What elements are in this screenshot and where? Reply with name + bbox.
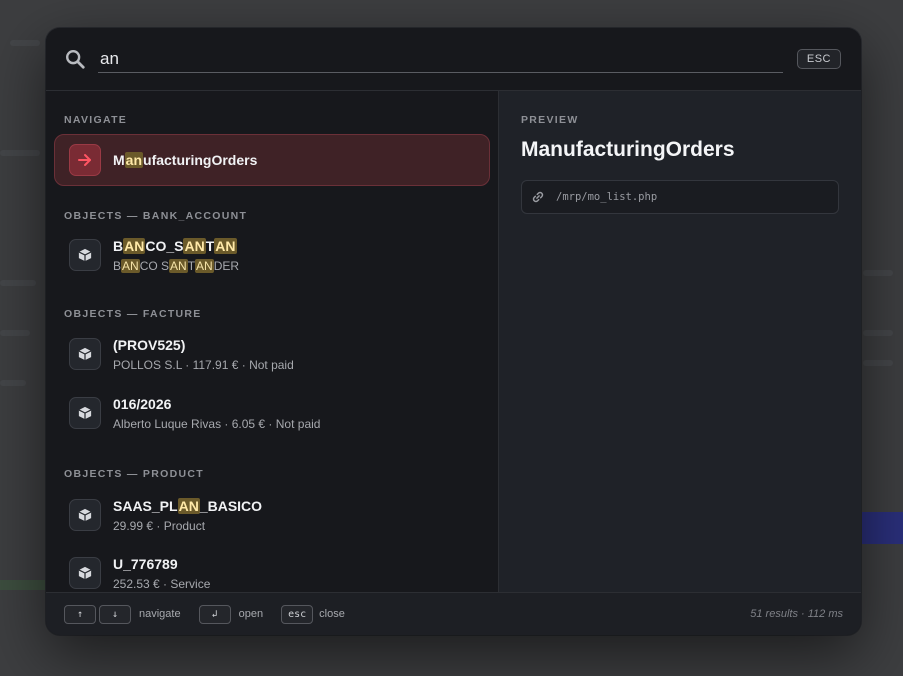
hint-close: close [319, 608, 345, 620]
section-label-product: OBJECTS — PRODUCT [64, 468, 204, 480]
result-subtitle: BANCO SANTANDER [113, 258, 240, 273]
key-down: ↓ [99, 604, 131, 624]
footer: ↑ ↓ navigate ↲ open esc close 51 results… [46, 592, 861, 635]
result-title: 016/2026 [113, 395, 172, 412]
preview-link[interactable]: /mrp/mo_list.php [521, 180, 839, 214]
esc-button[interactable]: ESC [796, 49, 841, 69]
section-label-navigate: NAVIGATE [64, 114, 128, 126]
preview-pane: PREVIEW ManufacturingOrders /mrp/mo_list… [499, 91, 861, 592]
result-item-manufacturing-orders[interactable]: ManufacturingOrders [54, 134, 490, 186]
result-subtitle: POLLOS S.L · 117.91 € · Not paid [113, 357, 294, 372]
result-item-banco-santander[interactable]: BANCO_SANTAN BANCO SANTANDER [54, 228, 490, 282]
result-subtitle: 29.99 € · Product [113, 518, 206, 533]
command-palette: ESC NAVIGATE ManufacturingOrders OBJECTS… [46, 28, 861, 635]
cube-icon [69, 499, 101, 531]
result-title: BANCO_SANTAN [113, 237, 237, 254]
result-subtitle: 252.53 € · Service [113, 576, 211, 591]
result-title: (PROV525) [113, 336, 186, 353]
result-subtitle: Alberto Luque Rivas · 6.05 € · Not paid [113, 416, 321, 431]
preview-label: PREVIEW [521, 114, 579, 126]
search-input[interactable] [98, 45, 783, 73]
result-item-016-2026[interactable]: 016/2026 Alberto Luque Rivas · 6.05 € · … [54, 384, 490, 442]
cube-icon [69, 397, 101, 429]
preview-title: ManufacturingOrders [521, 138, 735, 161]
result-title: SAAS_PLAN_BASICO [113, 497, 263, 514]
preview-link-text: /mrp/mo_list.php [556, 191, 658, 203]
result-item-saas-plan-basico[interactable]: SAAS_PLAN_BASICO 29.99 € · Product [54, 486, 490, 544]
cube-icon [69, 557, 101, 589]
result-title: U_776789 [113, 555, 178, 572]
result-title: ManufacturingOrders [113, 152, 258, 168]
hint-open: open [238, 608, 264, 620]
cube-icon [69, 338, 101, 370]
key-up: ↑ [64, 604, 96, 624]
section-label-bank-account: OBJECTS — BANK_ACCOUNT [64, 210, 248, 222]
results-status: 51 results · 112 ms [750, 608, 843, 620]
key-esc: esc [281, 604, 314, 624]
key-enter: ↲ [198, 604, 231, 624]
arrow-right-icon [69, 144, 101, 176]
results-list[interactable]: NAVIGATE ManufacturingOrders OBJECTS — B… [46, 91, 499, 592]
result-item-u-776789[interactable]: U_776789 252.53 € · Service [54, 544, 490, 592]
cube-icon [69, 239, 101, 271]
search-bar: ESC [46, 28, 861, 91]
result-item-prov525[interactable]: (PROV525) POLLOS S.L · 117.91 € · Not pa… [54, 326, 490, 382]
hint-navigate: navigate [139, 608, 181, 620]
section-label-facture: OBJECTS — FACTURE [64, 308, 202, 320]
link-icon [532, 191, 544, 203]
search-icon [66, 50, 85, 69]
